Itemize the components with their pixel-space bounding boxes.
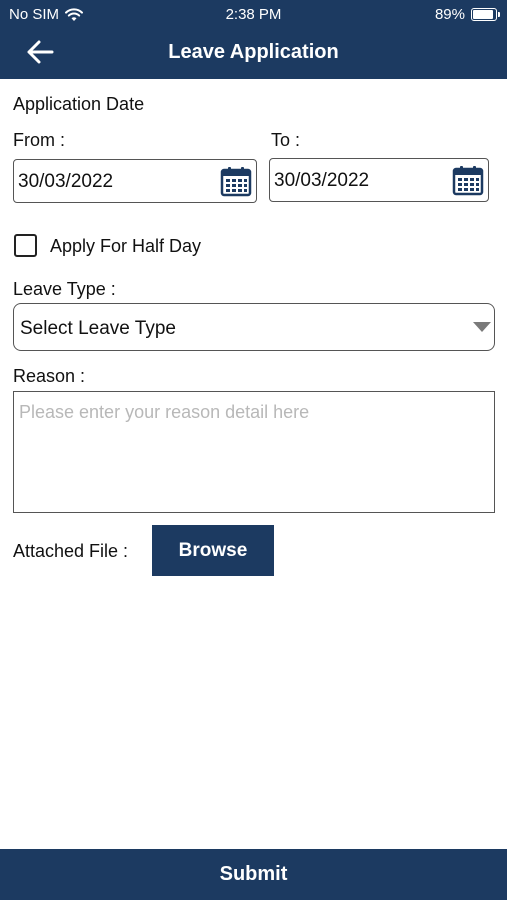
- battery-percent: 89%: [434, 6, 465, 23]
- leave-type-select[interactable]: Select Leave Type: [13, 303, 495, 351]
- battery-fill: [473, 10, 493, 19]
- nav-bar: Leave Application: [0, 28, 507, 79]
- leave-type-value: Select Leave Type: [20, 318, 176, 339]
- application-date-label: Application Date: [13, 94, 145, 114]
- to-date-value: 30/03/2022: [274, 170, 370, 191]
- status-time: 2:38 PM: [225, 6, 282, 23]
- to-date-field[interactable]: 30/03/2022: [269, 158, 489, 202]
- half-day-checkbox[interactable]: [14, 234, 37, 257]
- reason-textarea[interactable]: [13, 391, 495, 513]
- calendar-icon[interactable]: [220, 165, 252, 197]
- submit-button[interactable]: Submit: [0, 849, 507, 900]
- from-date-value: 30/03/2022: [18, 171, 114, 192]
- app-header: No SIM 2:38 PM 89% Leave Application: [0, 0, 507, 79]
- from-date-field[interactable]: 30/03/2022: [13, 159, 257, 203]
- leave-type-label: Leave Type :: [13, 279, 116, 299]
- half-day-label[interactable]: Apply For Half Day: [50, 236, 201, 257]
- status-bar: No SIM 2:38 PM 89%: [0, 0, 507, 28]
- reason-label: Reason :: [13, 366, 86, 386]
- attached-file-label: Attached File :: [13, 541, 129, 561]
- battery-icon: [471, 8, 500, 21]
- page-title: Leave Application: [168, 41, 339, 63]
- chevron-down-icon: [473, 322, 491, 332]
- calendar-icon[interactable]: [452, 164, 484, 196]
- browse-button[interactable]: Browse: [152, 525, 274, 576]
- to-label: To :: [271, 130, 301, 150]
- from-label: From :: [13, 130, 65, 150]
- battery-indicator: 89%: [434, 6, 500, 23]
